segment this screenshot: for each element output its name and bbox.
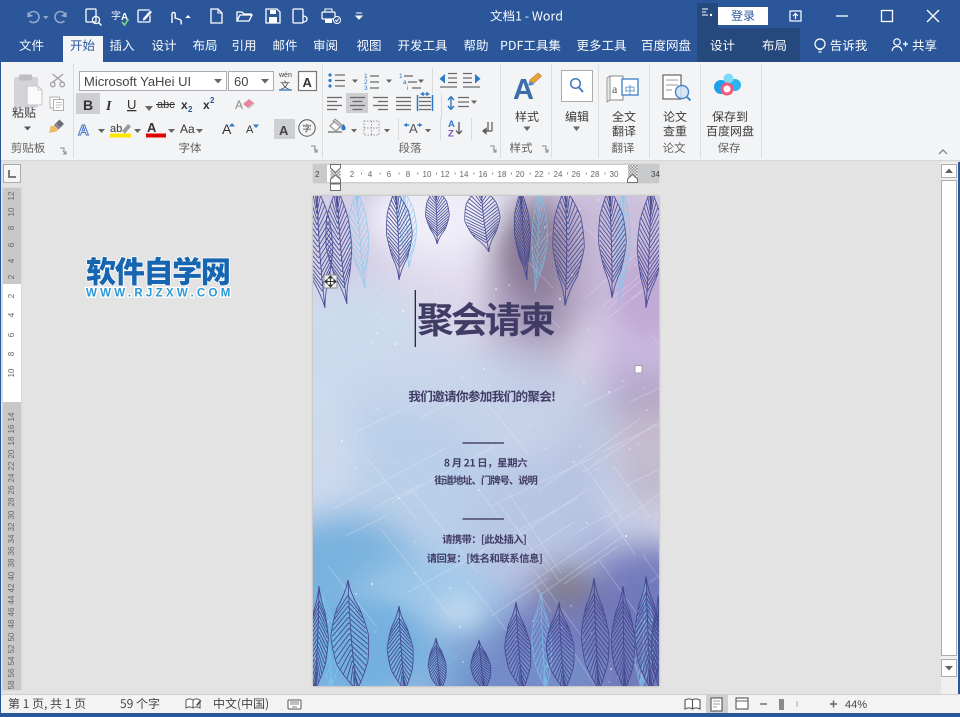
svg-text:x: x	[181, 98, 188, 112]
svg-text:24: 24	[7, 473, 16, 482]
svg-text:38: 38	[7, 558, 16, 567]
svg-text:2: 2	[7, 274, 16, 279]
svg-text:8: 8	[7, 225, 16, 230]
svg-text:ab: ab	[110, 123, 122, 135]
svg-text:a: a	[612, 82, 618, 96]
svg-text:8: 8	[7, 351, 16, 356]
svg-text:48: 48	[7, 619, 16, 628]
svg-text:34: 34	[651, 170, 660, 179]
svg-text:A: A	[246, 124, 254, 136]
svg-text:18: 18	[7, 436, 16, 445]
svg-text:24: 24	[554, 170, 563, 179]
svg-text:A: A	[279, 123, 289, 138]
svg-text:30: 30	[610, 170, 619, 179]
svg-text:4: 4	[7, 258, 16, 263]
svg-text:8: 8	[406, 170, 411, 179]
svg-text:2: 2	[188, 105, 193, 114]
svg-text:B: B	[83, 97, 93, 113]
svg-text:16: 16	[479, 170, 488, 179]
svg-text:34: 34	[7, 534, 16, 543]
svg-text:52: 52	[7, 644, 16, 653]
svg-text:A: A	[235, 98, 243, 112]
svg-text:6: 6	[7, 242, 16, 247]
svg-text:40: 40	[7, 571, 16, 580]
svg-text:32: 32	[7, 522, 16, 531]
svg-text:wén: wén	[278, 72, 292, 79]
svg-text:12: 12	[441, 170, 450, 179]
svg-text:54: 54	[7, 656, 16, 665]
svg-text:18: 18	[498, 170, 507, 179]
svg-text:14: 14	[460, 170, 469, 179]
svg-text:2: 2	[350, 170, 355, 179]
svg-text:U: U	[127, 97, 136, 112]
svg-text:12: 12	[7, 191, 16, 200]
svg-text:6: 6	[7, 332, 16, 337]
svg-text:20: 20	[516, 170, 525, 179]
svg-text:A: A	[147, 120, 157, 135]
svg-text:A: A	[409, 121, 418, 136]
svg-text:58: 58	[7, 680, 16, 689]
svg-text:46: 46	[7, 607, 16, 616]
svg-text:4: 4	[368, 170, 373, 179]
svg-text:Z: Z	[448, 129, 454, 140]
svg-text:26: 26	[7, 485, 16, 494]
svg-text:2: 2	[7, 293, 16, 298]
svg-text:44: 44	[7, 595, 16, 604]
svg-text:10: 10	[423, 170, 432, 179]
svg-text:42: 42	[7, 583, 16, 592]
svg-text:A: A	[513, 74, 534, 106]
svg-text:50: 50	[7, 632, 16, 641]
svg-text:56: 56	[7, 668, 16, 677]
svg-text:36: 36	[7, 546, 16, 555]
svg-text:6: 6	[387, 170, 392, 179]
svg-text:I: I	[105, 99, 112, 114]
svg-text:22: 22	[7, 461, 16, 470]
svg-text:A: A	[78, 122, 89, 139]
svg-text:i: i	[407, 85, 408, 92]
svg-text:30: 30	[7, 510, 16, 519]
svg-text:28: 28	[7, 497, 16, 506]
svg-text:28: 28	[591, 170, 600, 179]
svg-text:20: 20	[7, 449, 16, 458]
svg-text:10: 10	[7, 207, 16, 216]
svg-text:WWW.RJZXW.COM: WWW.RJZXW.COM	[86, 288, 234, 300]
svg-text:x: x	[203, 98, 210, 112]
svg-text:10: 10	[7, 368, 16, 377]
svg-text:2: 2	[315, 170, 320, 179]
svg-text:22: 22	[535, 170, 544, 179]
svg-text:Aa: Aa	[180, 122, 195, 136]
svg-text:A: A	[303, 75, 313, 90]
svg-text:A: A	[222, 121, 232, 137]
svg-text:26: 26	[572, 170, 581, 179]
svg-text:16: 16	[7, 424, 16, 433]
svg-text:14: 14	[7, 412, 16, 421]
svg-text:3: 3	[364, 85, 368, 92]
svg-text:4: 4	[7, 312, 16, 317]
svg-text:2: 2	[210, 96, 215, 105]
svg-text:44%: 44%	[845, 699, 867, 711]
